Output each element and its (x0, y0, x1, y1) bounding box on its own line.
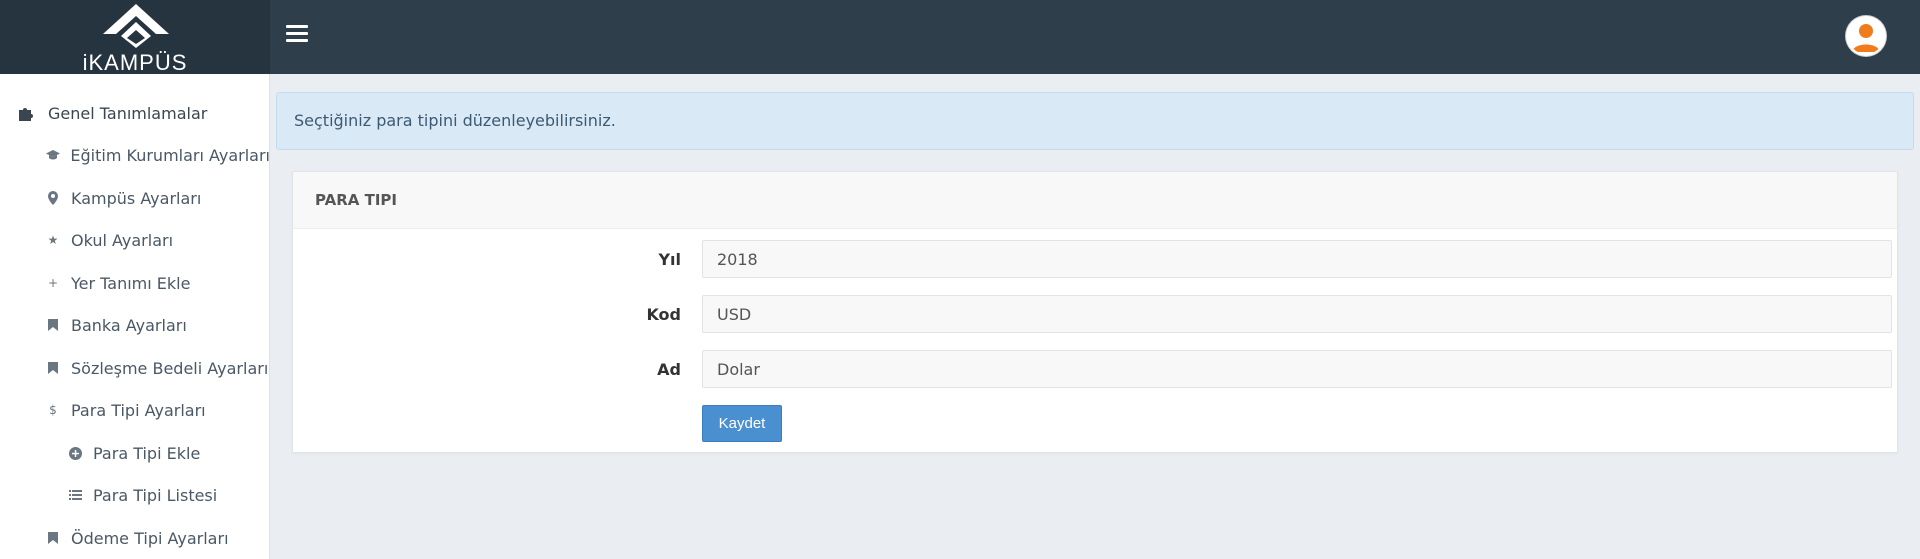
sidebar-item-label: Para Tipi Ekle (93, 443, 201, 463)
graduation-cap-icon (45, 147, 60, 163)
sidebar-item-para-tipi-ekle[interactable]: Para Tipi Ekle (0, 433, 270, 473)
ad-label: Ad (657, 360, 681, 379)
sidebar-item-yer-tanimi-ekle[interactable]: + Yer Tanımı Ekle (0, 263, 270, 303)
user-avatar-icon[interactable] (1846, 16, 1886, 56)
star-icon: ★ (47, 233, 59, 247)
yil-label: Yıl (658, 250, 681, 269)
sidebar: Genel Tanımlamalar Eğitim Kurumları Ayar… (0, 74, 270, 559)
sidebar-item-egitim-kurumlari[interactable]: Eğitim Kurumları Ayarları (0, 135, 270, 175)
kod-label: Kod (646, 305, 681, 324)
sidebar-item-label: Kampüs Ayarları (71, 188, 202, 208)
yil-input[interactable] (702, 240, 1892, 278)
list-icon (67, 487, 83, 503)
sidebar-item-label: Para Tipi Ayarları (71, 400, 206, 420)
save-button[interactable]: Kaydet (702, 405, 782, 442)
sidebar-item-label: Ödeme Tipi Ayarları (71, 528, 229, 548)
sidebar-item-label: Eğitim Kurumları Ayarları (70, 145, 270, 165)
plus-icon: + (47, 276, 59, 290)
info-alert: Seçtiğiniz para tipini düzenleyebilirsin… (276, 92, 1914, 150)
sidebar-item-sozlesme-bedeli[interactable]: Sözleşme Bedeli Ayarları (0, 348, 270, 388)
sidebar-item-label: Banka Ayarları (71, 315, 187, 335)
puzzle-icon (16, 105, 36, 121)
sidebar-item-okul-ayarlari[interactable]: ★ Okul Ayarları (0, 220, 270, 260)
dollar-icon: $ (49, 403, 57, 417)
bookmark-icon (45, 317, 61, 333)
plus-circle-icon (67, 445, 83, 461)
sidebar-item-para-tipi-listesi[interactable]: Para Tipi Listesi (0, 475, 270, 515)
form-row-kod: Kod (293, 295, 1899, 335)
kod-input[interactable] (702, 295, 1892, 333)
bookmark-icon (45, 360, 61, 376)
ad-input[interactable] (702, 350, 1892, 388)
sidebar-item-label: Okul Ayarları (71, 230, 174, 250)
panel-title: PARA TIPI (293, 172, 1897, 229)
para-tipi-panel: PARA TIPI Yıl Kod Ad Kaydet (292, 171, 1898, 453)
alert-text: Seçtiğiniz para tipini düzenleyebilirsin… (294, 111, 616, 130)
logo-text: iKAMPÜS (82, 50, 188, 75)
hamburger-icon[interactable] (286, 25, 308, 45)
sidebar-item-label: Genel Tanımlamalar (48, 103, 208, 123)
sidebar-item-genel-tanimlamalar[interactable]: Genel Tanımlamalar (0, 93, 270, 133)
logo-icon (103, 4, 169, 48)
sidebar-item-para-tipi-ayarlari[interactable]: $ Para Tipi Ayarları (0, 390, 270, 430)
sidebar-item-label: Para Tipi Listesi (93, 485, 218, 505)
sidebar-item-banka-ayarlari[interactable]: Banka Ayarları (0, 305, 270, 345)
sidebar-item-label: Sözleşme Bedeli Ayarları (71, 358, 269, 378)
form-row-ad: Ad (293, 350, 1899, 390)
sidebar-item-label: Yer Tanımı Ekle (71, 273, 191, 293)
form-row-yil: Yıl (293, 240, 1899, 280)
logo-area[interactable]: iKAMPÜS (0, 0, 270, 75)
bookmark-icon (45, 530, 61, 546)
sidebar-item-odeme-tipi[interactable]: Ödeme Tipi Ayarları (0, 518, 270, 558)
top-header: iKAMPÜS (0, 0, 1920, 75)
map-marker-icon (45, 190, 61, 206)
sidebar-item-kampus-ayarlari[interactable]: Kampüs Ayarları (0, 178, 270, 218)
